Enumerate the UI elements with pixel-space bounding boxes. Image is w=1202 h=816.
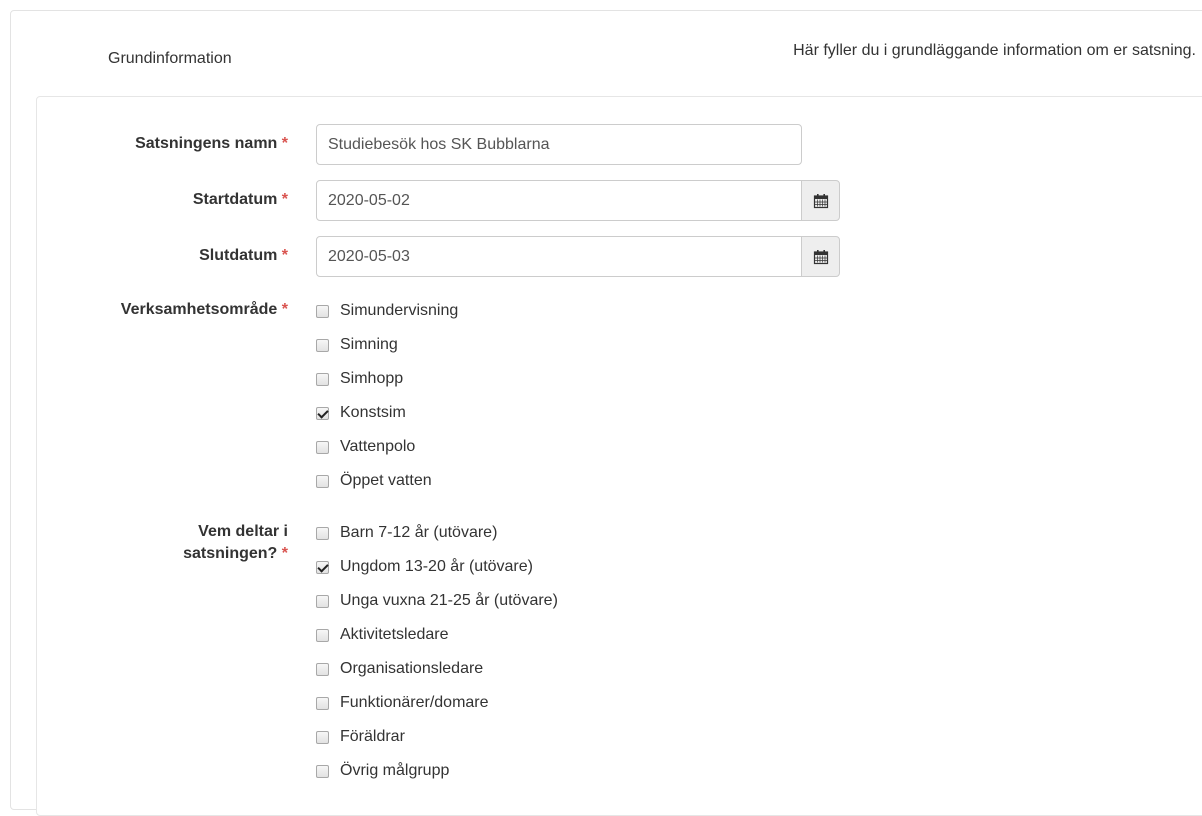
checkbox-option[interactable]: Simning [316,328,458,362]
required-marker: * [281,247,288,264]
required-marker: * [281,301,288,318]
checkbox-label: Simning [340,336,398,353]
checkbox-option[interactable]: Unga vuxna 21-25 år (utövare) [316,584,558,618]
checkbox-checked[interactable] [316,560,329,574]
checkbox-label: Unga vuxna 21-25 år (utövare) [340,592,558,609]
checkbox-unchecked[interactable] [316,440,329,454]
checkbox-option[interactable]: Funktionärer/domare [316,686,558,720]
checkbox-option[interactable]: Aktivitetsledare [316,618,558,652]
end-date-input[interactable]: 2020-05-03 [316,236,802,277]
calendar-icon [813,249,828,264]
checkbox-unchecked[interactable] [316,662,329,676]
checkbox-label: Öppet vatten [340,472,432,489]
checkbox-unchecked[interactable] [316,594,329,608]
checkbox-option[interactable]: Övrig målgrupp [316,754,558,788]
calendar-icon [813,193,828,208]
checkbox-option[interactable]: Vattenpolo [316,430,458,464]
checkbox-option[interactable]: Föräldrar [316,720,558,754]
checkbox-label: Ungdom 13-20 år (utövare) [340,558,533,575]
checkbox-option[interactable]: Konstsim [316,396,458,430]
checkbox-label: Simhopp [340,370,404,387]
required-marker: * [281,135,288,152]
checkbox-label: Barn 7-12 år (utövare) [340,524,498,541]
checkbox-option[interactable]: Simundervisning [316,294,458,328]
end-date-picker-button[interactable] [801,236,840,277]
checkbox-label: Vattenpolo [340,438,416,455]
checkbox-label: Konstsim [340,404,406,421]
start-date-label: Startdatum * [192,191,288,208]
checkbox-option[interactable]: Ungdom 13-20 år (utövare) [316,550,558,584]
checkbox-option[interactable]: Barn 7-12 år (utövare) [316,516,558,550]
checkbox-unchecked[interactable] [316,696,329,710]
checkbox-unchecked[interactable] [316,372,329,386]
checkbox-unchecked[interactable] [316,764,329,778]
checkbox-unchecked[interactable] [316,474,329,488]
end-date-field: 2020-05-03 [316,236,840,277]
checkbox-label: Övrig målgrupp [340,762,450,779]
section-title: Grundinformation [108,50,232,67]
checkbox-checked[interactable] [316,406,329,420]
checkbox-option[interactable]: Organisationsledare [316,652,558,686]
checkbox-unchecked[interactable] [316,526,329,540]
checkbox-option[interactable]: Öppet vatten [316,464,458,498]
start-date-field: 2020-05-02 [316,180,840,221]
required-marker: * [281,545,288,562]
participants-checkbox-list: Barn 7-12 år (utövare) Ungdom 13-20 år (u… [316,516,558,788]
checkbox-unchecked[interactable] [316,304,329,318]
end-date-label: Slutdatum * [199,247,288,264]
start-date-input[interactable]: 2020-05-02 [316,180,802,221]
section-description: Här fyller du i grundläggande informatio… [793,42,1196,59]
checkbox-label: Simundervisning [340,302,459,319]
checkbox-label: Organisationsledare [340,660,484,677]
name-label: Satsningens namn * [135,135,288,152]
participants-label: Vem deltar i satsningen? * [183,523,288,562]
name-input[interactable]: Studiebesök hos SK Bubblarna [316,124,802,165]
checkbox-label: Föräldrar [340,728,405,745]
checkbox-option[interactable]: Simhopp [316,362,458,396]
area-checkbox-list: Simundervisning Simning Simhopp Konstsim Vat… [316,294,458,498]
area-label: Verksamhetsområde * [120,301,288,318]
checkbox-label: Aktivitetsledare [340,626,449,643]
checkbox-unchecked[interactable] [316,730,329,744]
checkbox-unchecked[interactable] [316,338,329,352]
checkbox-label: Funktionärer/domare [340,694,489,711]
required-marker: * [281,191,288,208]
checkbox-unchecked[interactable] [316,628,329,642]
start-date-picker-button[interactable] [801,180,840,221]
